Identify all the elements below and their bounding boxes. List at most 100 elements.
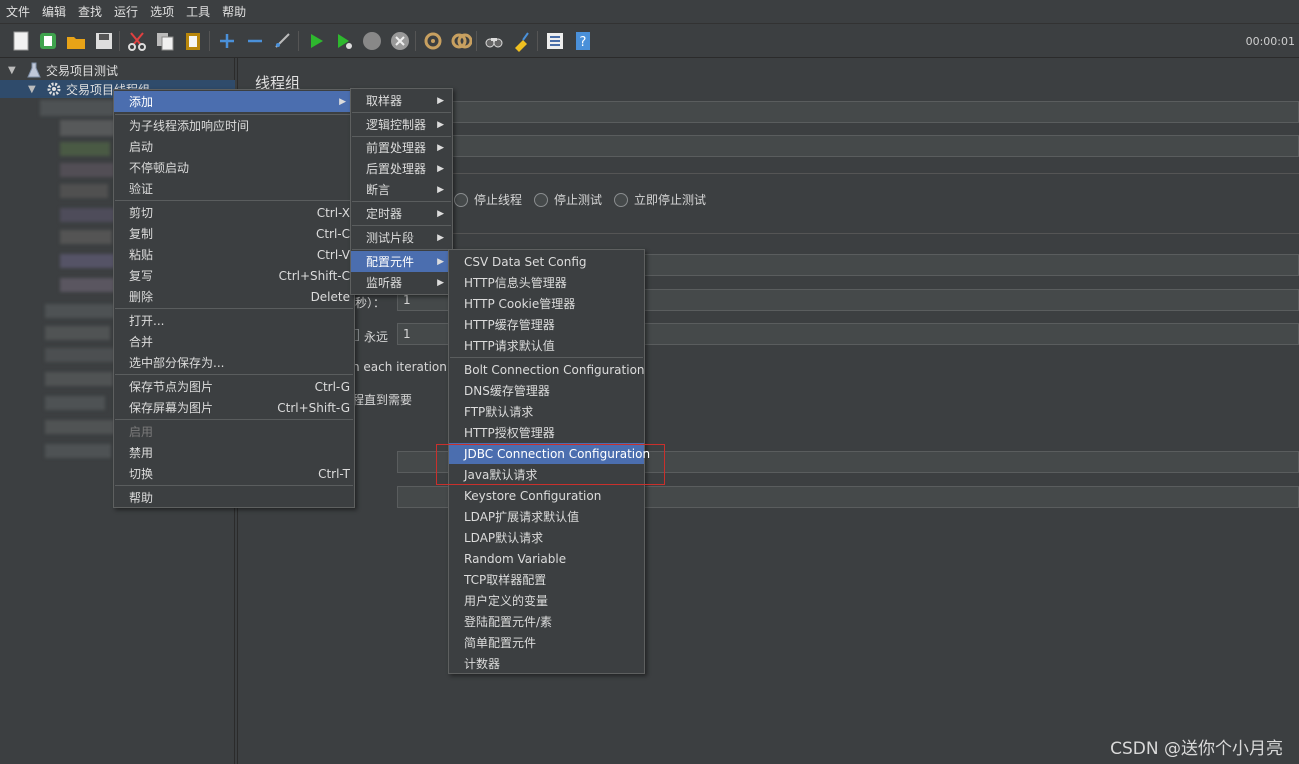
menu-edit[interactable]: 编辑	[42, 3, 66, 20]
menu-item-add[interactable]: 添加 ▶	[114, 91, 354, 112]
config-item-header-manager[interactable]: HTTP信息头管理器	[449, 272, 644, 293]
config-item-http-defaults[interactable]: HTTP请求默认值	[449, 335, 644, 356]
menu-item-save-selection[interactable]: 选中部分保存为...	[114, 352, 354, 373]
tree-node-blurred[interactable]	[60, 278, 116, 292]
tree-node-blurred[interactable]	[45, 304, 115, 318]
help-icon[interactable]: ?	[572, 30, 594, 52]
chevron-down-icon[interactable]: ▼	[28, 84, 40, 95]
menu-item-enable: 启用	[114, 421, 354, 442]
config-item-ftp-defaults[interactable]: FTP默认请求	[449, 401, 644, 422]
config-item-csv-data-set[interactable]: CSV Data Set Config	[449, 251, 644, 272]
radio-stop-now[interactable]: 立即停止测试	[614, 191, 706, 208]
menu-item-save-node-image[interactable]: 保存节点为图片 Ctrl-G	[114, 376, 354, 397]
submenu-item-config-element[interactable]: 配置元件 ▶	[351, 251, 452, 272]
submenu-item-timer[interactable]: 定时器 ▶	[351, 203, 452, 224]
open-icon[interactable]	[65, 30, 87, 52]
tree-node-blurred[interactable]	[45, 420, 115, 434]
menu-item-paste[interactable]: 粘贴 Ctrl-V	[114, 244, 354, 265]
menu-item-start[interactable]: 启动	[114, 136, 354, 157]
expand-icon[interactable]	[216, 30, 238, 52]
config-item-dns-cache[interactable]: DNS缓存管理器	[449, 380, 644, 401]
submenu-item-assertion[interactable]: 断言 ▶	[351, 179, 452, 200]
config-item-cache-manager[interactable]: HTTP缓存管理器	[449, 314, 644, 335]
submenu-item-post-processor[interactable]: 后置处理器 ▶	[351, 158, 452, 179]
radio-circle[interactable]	[454, 192, 468, 207]
collapse-icon[interactable]	[244, 30, 266, 52]
tree-node-blurred[interactable]	[45, 396, 105, 410]
config-item-login-config[interactable]: 登陆配置元件/素	[449, 611, 644, 632]
menu-item-disable[interactable]: 禁用	[114, 442, 354, 463]
tree-node-blurred[interactable]	[45, 372, 113, 386]
name-field[interactable]	[450, 101, 1299, 123]
copy-icon[interactable]	[154, 30, 176, 52]
menu-help[interactable]: 帮助	[222, 3, 246, 20]
config-item-random-variable[interactable]: Random Variable	[449, 548, 644, 569]
stop-icon[interactable]	[361, 30, 383, 52]
menu-item-help[interactable]: 帮助	[114, 487, 354, 508]
tree-node-blurred[interactable]	[60, 142, 110, 156]
tree-node-blurred[interactable]	[60, 230, 112, 244]
menu-item-validate[interactable]: 验证	[114, 178, 354, 199]
menu-item-toggle[interactable]: 切换 Ctrl-T	[114, 463, 354, 484]
menu-run[interactable]: 运行	[114, 3, 138, 20]
submenu-item-pre-processor[interactable]: 前置处理器 ▶	[351, 137, 452, 158]
config-item-simple-config[interactable]: 简单配置元件	[449, 632, 644, 653]
cut-icon[interactable]	[126, 30, 148, 52]
function-helper-icon[interactable]	[544, 30, 566, 52]
config-item-tcp-config[interactable]: TCP取样器配置	[449, 569, 644, 590]
comment-field[interactable]	[450, 135, 1299, 157]
menu-item-open[interactable]: 打开...	[114, 310, 354, 331]
tree-node-blurred[interactable]	[45, 348, 117, 362]
config-item-counter[interactable]: 计数器	[449, 653, 644, 674]
config-item-user-variables[interactable]: 用户定义的变量	[449, 590, 644, 611]
toggle-icon[interactable]	[272, 30, 294, 52]
start-no-pause-icon[interactable]	[333, 30, 355, 52]
menu-item-cut[interactable]: 剪切 Ctrl-X	[114, 202, 354, 223]
tree-node-test-plan[interactable]: ▼ 交易项目测试	[8, 61, 118, 79]
submenu-item-listener[interactable]: 监听器 ▶	[351, 272, 452, 293]
radio-stop-thread[interactable]: 停止线程	[454, 191, 522, 208]
menu-item-copy[interactable]: 复制 Ctrl-C	[114, 223, 354, 244]
config-item-bolt-connection[interactable]: Bolt Connection Configuration	[449, 359, 645, 380]
submenu-item-logic-controller[interactable]: 逻辑控制器 ▶	[351, 114, 452, 135]
clear-all-icon[interactable]	[450, 30, 472, 52]
tree-node-blurred[interactable]	[60, 254, 120, 268]
save-icon[interactable]	[93, 30, 115, 52]
tree-node-blurred[interactable]	[45, 444, 111, 458]
chevron-down-icon[interactable]: ▼	[8, 65, 20, 76]
menu-tools[interactable]: 工具	[186, 3, 210, 20]
radio-circle[interactable]	[534, 192, 548, 207]
config-item-keystore[interactable]: Keystore Configuration	[449, 485, 644, 506]
tree-node-blurred[interactable]	[60, 163, 115, 177]
menu-item-save-screen-image[interactable]: 保存屏幕为图片 Ctrl+Shift-G	[114, 397, 354, 418]
radio-stop-test[interactable]: 停止测试	[534, 191, 602, 208]
menu-item-merge[interactable]: 合并	[114, 331, 354, 352]
submenu-item-test-fragment[interactable]: 测试片段 ▶	[351, 227, 452, 248]
tree-node-blurred[interactable]	[60, 184, 108, 198]
menu-file[interactable]: 文件	[6, 3, 30, 20]
search-icon[interactable]	[483, 30, 505, 52]
menu-item-add-response-time[interactable]: 为子线程添加响应时间	[114, 115, 354, 136]
shutdown-icon[interactable]	[389, 30, 411, 52]
radio-circle[interactable]	[614, 192, 628, 207]
reset-search-icon[interactable]	[511, 30, 533, 52]
menu-search[interactable]: 查找	[78, 3, 102, 20]
config-item-cookie-manager[interactable]: HTTP Cookie管理器	[449, 293, 644, 314]
config-item-auth-manager[interactable]: HTTP授权管理器	[449, 422, 644, 443]
new-icon[interactable]	[10, 30, 32, 52]
paste-icon[interactable]	[182, 30, 204, 52]
menu-item-duplicate[interactable]: 复写 Ctrl+Shift-C	[114, 265, 354, 286]
tree-node-blurred[interactable]	[60, 120, 120, 136]
menu-item-start-no-pause[interactable]: 不停顿启动	[114, 157, 354, 178]
start-icon[interactable]	[305, 30, 327, 52]
tree-node-blurred[interactable]	[60, 208, 118, 222]
clear-icon[interactable]	[422, 30, 444, 52]
submenu-item-sampler[interactable]: 取样器 ▶	[351, 90, 452, 111]
menu-options[interactable]: 选项	[150, 3, 174, 20]
templates-icon[interactable]	[37, 30, 59, 52]
tree-node-blurred[interactable]	[40, 100, 115, 116]
menu-item-delete[interactable]: 删除 Delete	[114, 286, 354, 307]
tree-node-blurred[interactable]	[45, 326, 110, 340]
config-item-ldap-defaults[interactable]: LDAP默认请求	[449, 527, 644, 548]
config-item-ldap-extended[interactable]: LDAP扩展请求默认值	[449, 506, 644, 527]
